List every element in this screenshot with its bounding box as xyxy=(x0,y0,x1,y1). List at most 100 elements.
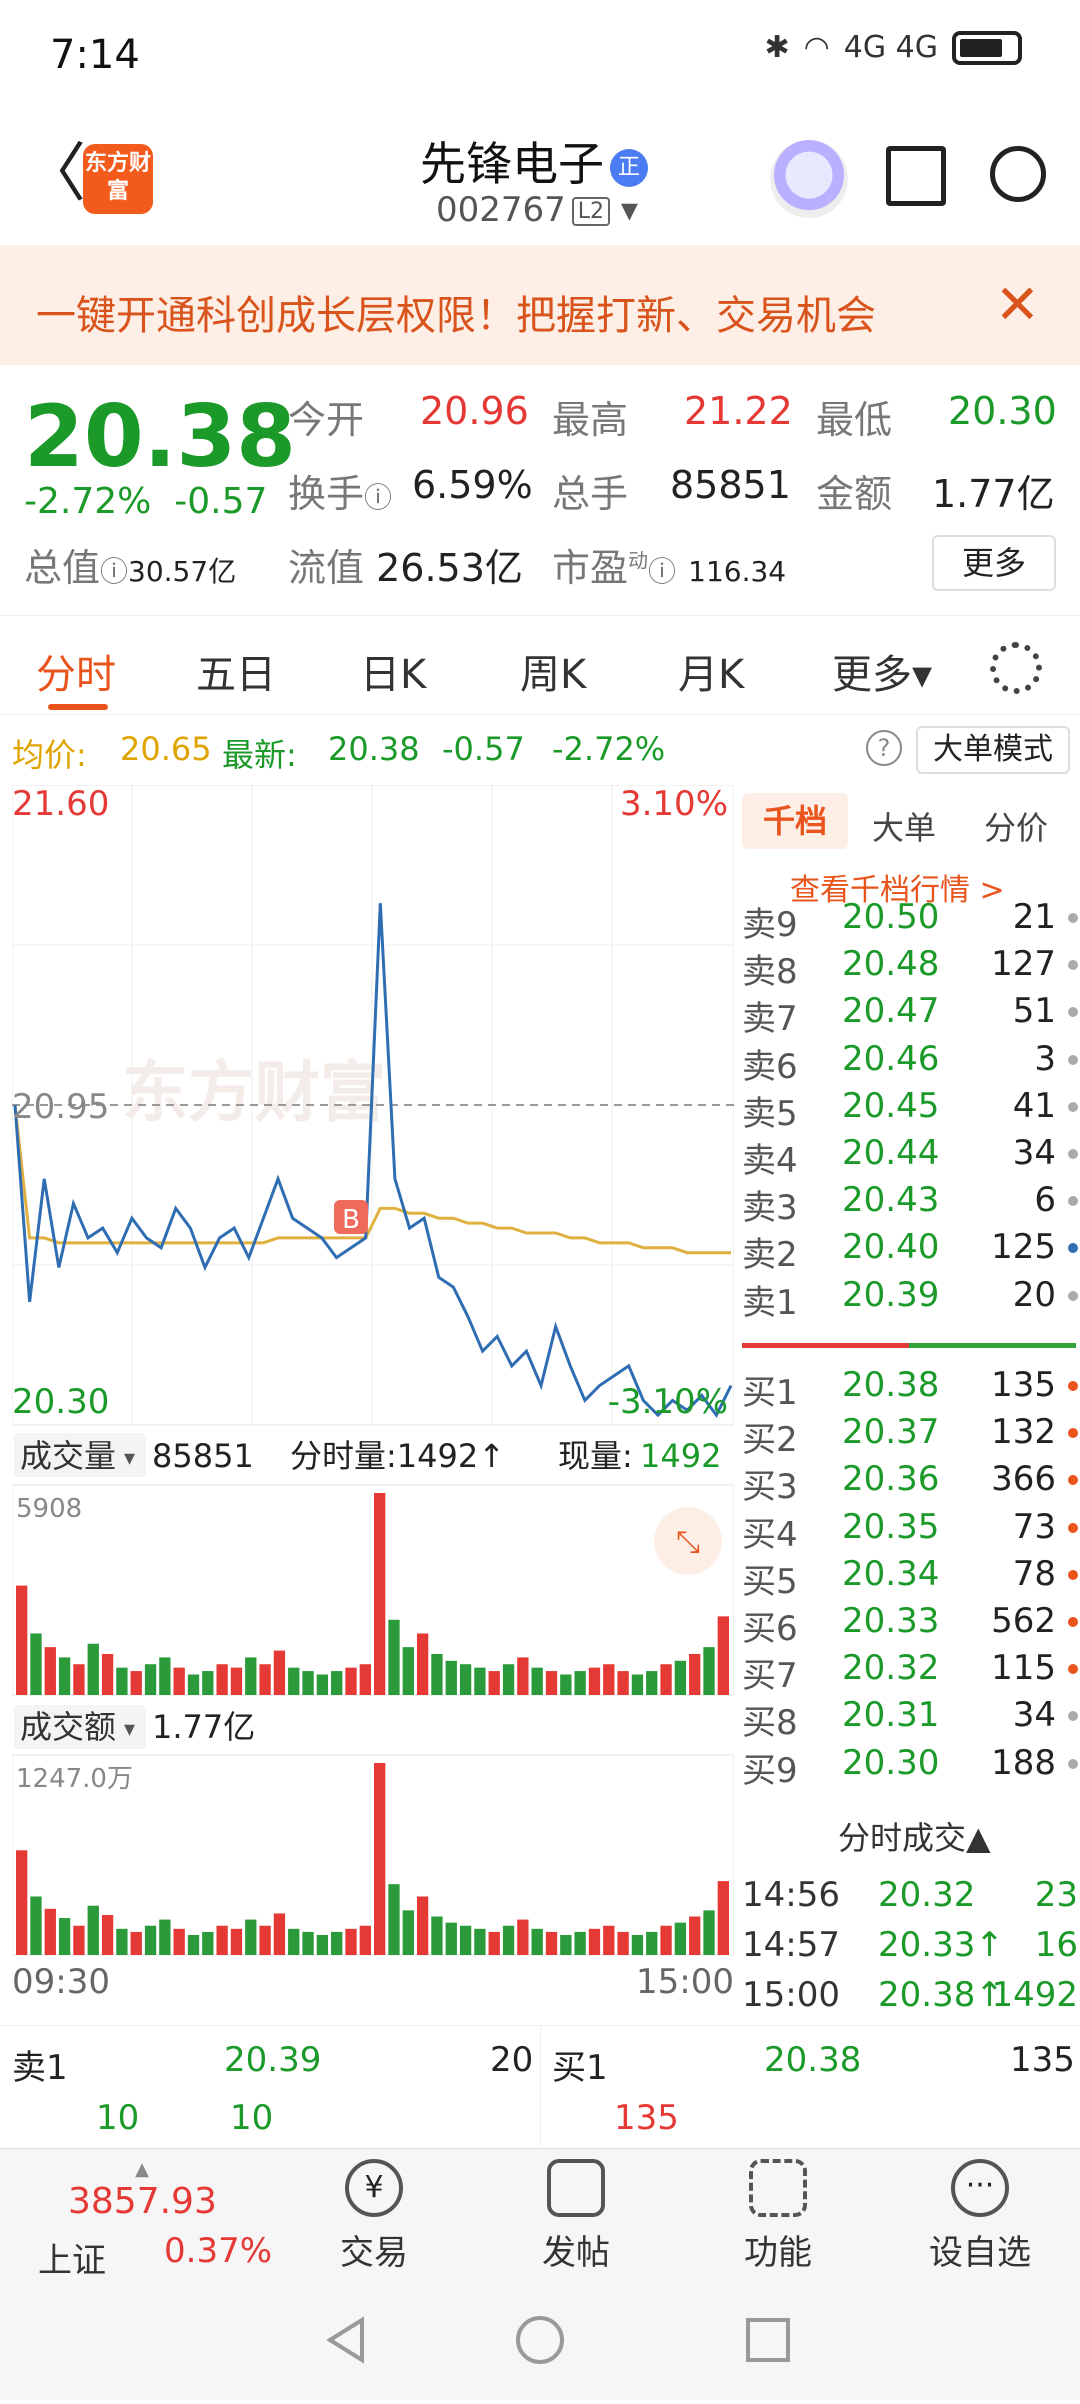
promo-banner[interactable]: 一键开通科创成长层权限！把握打新、交易机会 ✕ xyxy=(0,245,1080,365)
ask-row[interactable]: 卖6 20.46 3 xyxy=(742,1038,1078,1087)
pe-label-text: 市盈 xyxy=(552,546,629,590)
amount-bar xyxy=(316,1934,329,1955)
amount-bar xyxy=(545,1931,558,1955)
volume-panel-frame xyxy=(11,1484,735,1696)
tab-depth[interactable]: 千档 xyxy=(742,793,848,849)
chevron-down-icon: ▾ xyxy=(620,190,638,230)
volume-bar xyxy=(631,1674,644,1695)
tab-five-day[interactable]: 五日 xyxy=(196,642,276,700)
amount-bar xyxy=(703,1910,715,1955)
help-icon[interactable]: ? xyxy=(866,730,902,766)
volume-bar xyxy=(130,1671,142,1695)
ask-row[interactable]: 卖8 20.48 127 xyxy=(742,944,1078,992)
amount-bar xyxy=(374,1763,386,1955)
buy1-queue-1: 135 xyxy=(614,2098,679,2138)
intraday-chart-svg[interactable]: 东方财富 B 21.60 3.10% 20.95 20.30 -3.10% 成交… xyxy=(11,784,735,2002)
volume-bar xyxy=(545,1671,558,1695)
nav-home-icon[interactable] xyxy=(516,2316,564,2364)
bid-row[interactable]: 买5 20.34 78 xyxy=(742,1553,1078,1602)
volume-bar xyxy=(58,1657,71,1695)
volume-bar xyxy=(474,1667,486,1695)
prev-close-label: 20.95 xyxy=(12,1087,109,1127)
trade-tab[interactable]: ¥ 交易 xyxy=(294,2159,454,2274)
tab-large-orders[interactable]: 大单 xyxy=(872,803,936,849)
ask-volume: 3 xyxy=(1034,1038,1056,1079)
bid-row[interactable]: 买4 20.35 73 xyxy=(742,1507,1078,1555)
post-tab[interactable]: 发帖 xyxy=(496,2159,656,2274)
bid-row[interactable]: 买8 20.31 34 xyxy=(742,1695,1078,1743)
ask-row[interactable]: 卖5 20.45 41 xyxy=(742,1086,1078,1134)
large-order-mode-button[interactable]: 大单模式 xyxy=(916,726,1070,774)
ask-row[interactable]: 卖9 20.50 21 xyxy=(742,897,1078,945)
watchlist-tab[interactable]: ··· 设自选 xyxy=(900,2159,1060,2274)
volume-bar xyxy=(144,1664,157,1695)
amount-bar xyxy=(216,1925,228,1955)
tab-more[interactable]: 更多▾ xyxy=(832,642,932,700)
ask-level: 卖4 xyxy=(742,1141,798,1181)
stock-name[interactable]: 先锋电子正 xyxy=(420,128,648,194)
bid-row[interactable]: 买2 20.37 132 xyxy=(742,1412,1078,1460)
back-icon[interactable]: 〈 xyxy=(22,142,86,206)
bid-row[interactable]: 买9 20.30 188 xyxy=(742,1743,1078,1791)
bid-price: 20.32 xyxy=(842,1648,940,1689)
ask-volume: 127 xyxy=(991,944,1056,985)
tab-price-distribution[interactable]: 分价 xyxy=(984,803,1048,849)
tab-monthly-k[interactable]: 月K xyxy=(678,642,744,700)
bid-dot-icon xyxy=(1068,1758,1078,1769)
info-icon[interactable]: ⓘ xyxy=(100,555,128,588)
info-icon[interactable]: ⓘ xyxy=(364,481,392,514)
bid-row[interactable]: 买3 20.36 366 xyxy=(742,1459,1078,1507)
amount-bar xyxy=(130,1931,142,1955)
wifi-icon: ◠ xyxy=(803,30,830,65)
info-icon[interactable]: ⓘ xyxy=(648,555,676,588)
pe-sup: 动 xyxy=(628,548,649,573)
share-icon[interactable] xyxy=(886,146,946,206)
ask-volume: 21 xyxy=(1012,897,1056,937)
bid-level: 买7 xyxy=(742,1656,798,1697)
volume-header: 成交量 ▾ 85851 分时量:1492↑ 现量: 1492 xyxy=(14,1433,721,1477)
nav-recents-icon[interactable] xyxy=(746,2318,790,2362)
ask-row[interactable]: 卖3 20.43 6 xyxy=(742,1180,1078,1228)
index-ticker[interactable]: ▲ 3857.93 上证 0.37% xyxy=(12,2159,272,2281)
bid-volume: 562 xyxy=(991,1601,1056,1641)
assistant-robot-icon[interactable] xyxy=(770,140,848,218)
gear-icon[interactable] xyxy=(990,642,1042,694)
tab-weekly-k[interactable]: 周K xyxy=(520,642,586,700)
nav-back-icon[interactable] xyxy=(326,2316,364,2364)
amount-bar xyxy=(331,1931,343,1955)
tab-intraday[interactable]: 分时 xyxy=(36,642,116,700)
bid-volume: 78 xyxy=(1012,1553,1056,1594)
close-icon[interactable]: ✕ xyxy=(995,273,1040,336)
ask-row[interactable]: 卖7 20.47 51 xyxy=(742,991,1078,1039)
ask-row[interactable]: 卖4 20.44 34 xyxy=(742,1133,1078,1181)
open-value: 20.96 xyxy=(420,389,529,433)
bid-dot-icon xyxy=(1068,1381,1078,1391)
trade-price: 20.32 xyxy=(878,1875,976,1915)
buy1-volume: 135 xyxy=(1010,2040,1075,2080)
amount-bar xyxy=(402,1910,414,1955)
trades-header[interactable]: 分时成交▲ xyxy=(838,1813,991,1859)
amount-bar xyxy=(588,1928,601,1955)
tab-daily-k[interactable]: 日K xyxy=(360,642,426,700)
high-value: 21.22 xyxy=(684,389,793,433)
system-nav-bar xyxy=(0,2280,1080,2400)
ask-row[interactable]: 卖2 20.40 125 xyxy=(742,1227,1078,1275)
bid-row[interactable]: 买7 20.32 115 xyxy=(742,1648,1078,1697)
bid-row[interactable]: 买1 20.38 135 xyxy=(742,1365,1078,1413)
sell1-queue-2: 10 xyxy=(230,2098,274,2138)
buy1-label: 买1 xyxy=(552,2048,608,2088)
amount-bar xyxy=(58,1918,71,1955)
more-button[interactable]: 更多 xyxy=(932,535,1056,591)
chevron-down-icon: ▾ xyxy=(124,1717,135,1742)
expand-glyph: ⤡ xyxy=(676,1525,700,1560)
stock-code[interactable]: 002767 L2 ▾ xyxy=(436,190,638,230)
search-icon[interactable] xyxy=(990,146,1046,202)
ask-row[interactable]: 卖1 20.39 20 xyxy=(742,1275,1078,1323)
volume-bar xyxy=(359,1664,371,1695)
amount-bar xyxy=(187,1934,200,1955)
bid-row[interactable]: 买6 20.33 562 xyxy=(742,1601,1078,1649)
intraday-chart[interactable]: 东方财富 B 21.60 3.10% 20.95 20.30 -3.10% 成交… xyxy=(11,784,735,2002)
function-tab[interactable]: 功能 xyxy=(698,2159,858,2274)
bid-volume: 135 xyxy=(991,1365,1056,1405)
buy-marker[interactable]: B xyxy=(334,1200,368,1235)
